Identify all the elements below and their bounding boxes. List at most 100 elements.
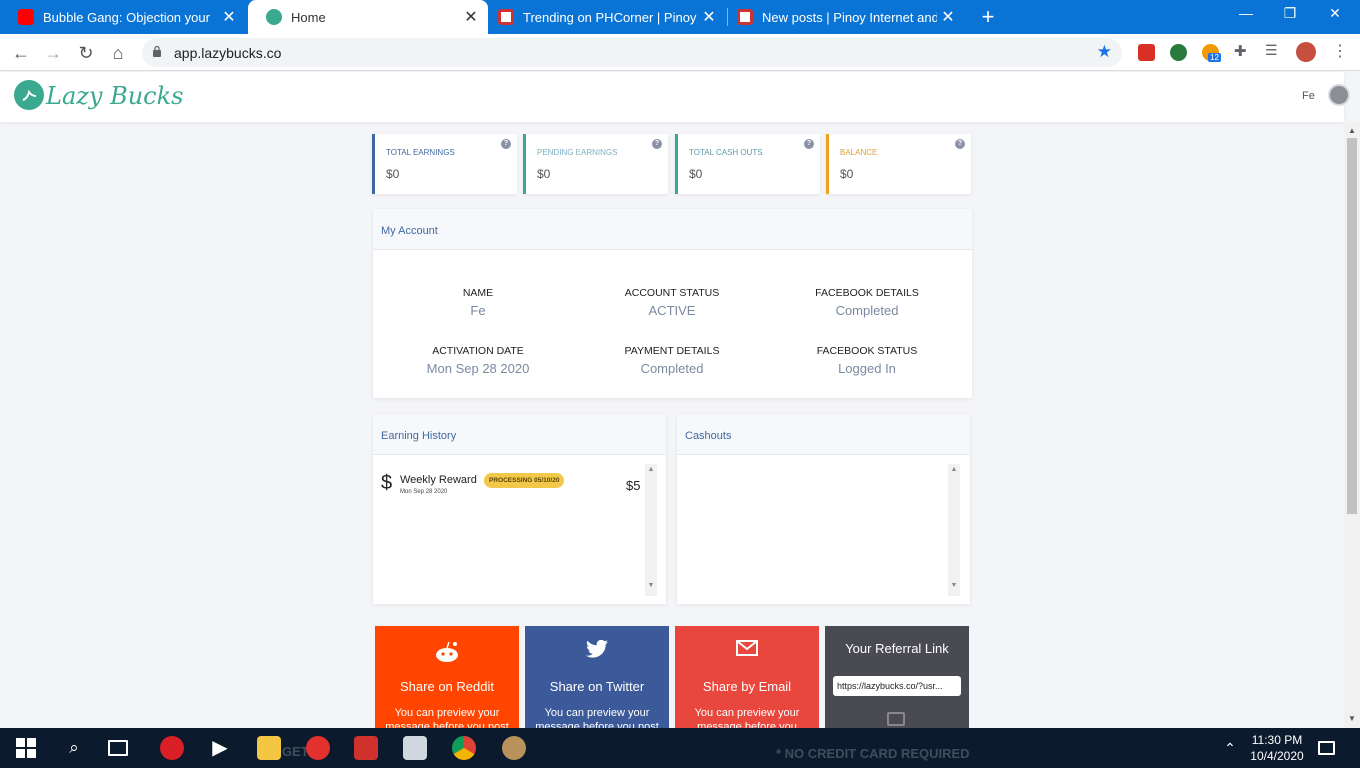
- cashouts-scrollbar[interactable]: ▲ ▼: [948, 464, 960, 596]
- chrome-icon[interactable]: [452, 736, 476, 760]
- close-tab-icon[interactable]: ✕: [698, 7, 720, 27]
- stat-value: $0: [537, 167, 551, 181]
- field-label: ACCOUNT STATUS: [624, 287, 720, 299]
- field-label: NAME: [462, 287, 494, 299]
- browser-menu-icon[interactable]: ⋮: [1332, 41, 1349, 60]
- file-explorer-icon[interactable]: [257, 736, 281, 760]
- stat-card-pending-earnings: PENDING EARNINGS $0 ?: [523, 134, 668, 194]
- stat-label: TOTAL CASH OUTS: [689, 148, 763, 157]
- show-hidden-icons-chevron-up-icon[interactable]: ⌃: [1218, 736, 1242, 760]
- extension-globe-icon[interactable]: [1170, 44, 1187, 61]
- stat-label: TOTAL EARNINGS: [386, 148, 455, 157]
- share-reddit-button[interactable]: Share on Reddit You can preview your mes…: [375, 626, 519, 728]
- address-bar[interactable]: app.lazybucks.co ★: [142, 38, 1122, 67]
- address-url: app.lazybucks.co: [174, 45, 282, 61]
- panel-title: My Account: [381, 225, 438, 237]
- creative-cloud-icon[interactable]: [160, 736, 184, 760]
- profile-avatar-icon[interactable]: [1296, 42, 1316, 62]
- tile-title: Share on Twitter: [549, 679, 645, 694]
- browser-tab-phcorner-new[interactable]: New posts | Pinoy Internet and Te ✕: [719, 0, 965, 34]
- stat-card-balance: BALANCE $0 ?: [826, 134, 971, 194]
- help-icon[interactable]: ?: [955, 139, 965, 149]
- close-tab-icon[interactable]: ✕: [937, 7, 959, 27]
- scroll-down-arrow[interactable]: ▼: [645, 582, 657, 589]
- help-icon[interactable]: ?: [804, 139, 814, 149]
- restore-button[interactable]: ❐: [1268, 5, 1312, 22]
- stat-card-total-cash-outs: TOTAL CASH OUTS $0 ?: [675, 134, 820, 194]
- search-icon[interactable]: ⌕: [62, 736, 86, 760]
- field-value: Completed: [640, 361, 704, 376]
- stat-label: BALANCE: [840, 148, 878, 157]
- scroll-up-arrow[interactable]: ▲: [645, 466, 657, 473]
- phcorner-icon: [498, 9, 514, 25]
- minimize-button[interactable]: —: [1224, 5, 1268, 21]
- app-red-icon[interactable]: [354, 736, 378, 760]
- remote-desktop-icon[interactable]: [403, 736, 427, 760]
- scroll-up-arrow[interactable]: ▲: [948, 466, 960, 473]
- account-field-facebook-status: FACEBOOK STATUS Logged In: [770, 345, 964, 376]
- taskbar-clock[interactable]: 11:30 PM 10/4/2020: [1246, 732, 1308, 764]
- scroll-down-arrow[interactable]: ▼: [948, 582, 960, 589]
- tile-subtitle: You can preview your message before you …: [535, 707, 659, 728]
- browser-tab-youtube[interactable]: Bubble Gang: Objection your ✕: [0, 0, 246, 34]
- scroll-down-arrow[interactable]: ▼: [1344, 712, 1360, 726]
- copy-icon[interactable]: [887, 712, 905, 726]
- page-scrollbar[interactable]: ▲ ▼: [1344, 122, 1360, 728]
- cashouts-panel: Cashouts ▲ ▼: [677, 414, 970, 604]
- phcorner-icon: [737, 9, 753, 25]
- user-name[interactable]: Fe: [1302, 90, 1315, 102]
- close-tab-icon[interactable]: ✕: [218, 7, 240, 27]
- media-queue-icon[interactable]: ☰: [1265, 42, 1282, 59]
- account-field-facebook-details: FACEBOOK DETAILS Completed: [770, 287, 964, 318]
- stat-value: $0: [840, 167, 854, 181]
- share-twitter-button[interactable]: Share on Twitter You can preview your me…: [525, 626, 669, 728]
- extensions-puzzle-icon[interactable]: ✚: [1234, 42, 1251, 60]
- help-icon[interactable]: ?: [501, 139, 511, 149]
- bookmark-star-icon[interactable]: ★: [1097, 42, 1112, 62]
- lazybucks-logo-icon[interactable]: [14, 80, 44, 110]
- tile-title: Share by Email: [702, 679, 792, 694]
- back-button[interactable]: ←: [8, 40, 34, 66]
- account-field-status: ACCOUNT STATUS ACTIVE: [575, 287, 769, 318]
- referral-link-input[interactable]: https://lazybucks.co/?usr...: [833, 676, 961, 696]
- stat-value: $0: [689, 167, 703, 181]
- garena-icon[interactable]: [306, 736, 330, 760]
- stat-value: $0: [386, 167, 400, 181]
- help-icon[interactable]: ?: [652, 139, 662, 149]
- twitter-icon: [525, 639, 669, 665]
- browser-tab-home[interactable]: Home ✕: [248, 0, 488, 34]
- forward-button[interactable]: →: [40, 40, 66, 66]
- play-store-icon[interactable]: ▶: [208, 736, 232, 760]
- new-tab-button[interactable]: +: [976, 4, 1000, 30]
- my-account-panel: My Account NAME Fe ACCOUNT STATUS ACTIVE…: [373, 209, 972, 398]
- history-item-amount: $5: [626, 478, 641, 493]
- dollar-icon: $: [381, 472, 393, 494]
- tab-title: Trending on PHCorner | Pinoy Int: [523, 9, 698, 25]
- close-window-button[interactable]: ✕: [1313, 5, 1357, 22]
- reload-button[interactable]: ↻: [73, 40, 99, 66]
- history-scrollbar[interactable]: ▲ ▼: [645, 464, 657, 596]
- extension-badge-icon[interactable]: 12: [1202, 44, 1221, 62]
- status-badge: PROCESSING 05/10/20: [484, 473, 565, 488]
- field-label: ACTIVATION DATE: [432, 345, 524, 357]
- lazybucks-icon: [266, 9, 282, 25]
- home-button[interactable]: ⌂: [105, 40, 131, 66]
- scroll-up-arrow[interactable]: ▲: [1344, 124, 1360, 138]
- notification-icon[interactable]: [1318, 741, 1335, 755]
- share-email-button[interactable]: Share by Email You can preview your mess…: [675, 626, 819, 728]
- field-label: PAYMENT DETAILS: [624, 345, 720, 357]
- league-of-legends-icon[interactable]: [502, 736, 526, 760]
- user-avatar[interactable]: [1328, 84, 1350, 106]
- wallpaper-text: * NO CREDIT CARD REQUIRED: [776, 746, 970, 761]
- site-logo-text[interactable]: Lazy Bucks: [46, 82, 183, 110]
- youtube-icon: [18, 9, 34, 25]
- close-tab-icon[interactable]: ✕: [460, 7, 482, 27]
- tab-title: Home: [291, 9, 326, 25]
- lock-icon: [153, 45, 161, 57]
- windows-start-icon[interactable]: [14, 736, 38, 760]
- scrollbar-thumb[interactable]: [1347, 138, 1357, 514]
- account-field-payment-details: PAYMENT DETAILS Completed: [575, 345, 769, 376]
- task-view-icon[interactable]: [108, 740, 128, 756]
- extension-red-icon[interactable]: [1138, 44, 1155, 61]
- browser-tab-phcorner-trending[interactable]: Trending on PHCorner | Pinoy Int ✕: [480, 0, 726, 34]
